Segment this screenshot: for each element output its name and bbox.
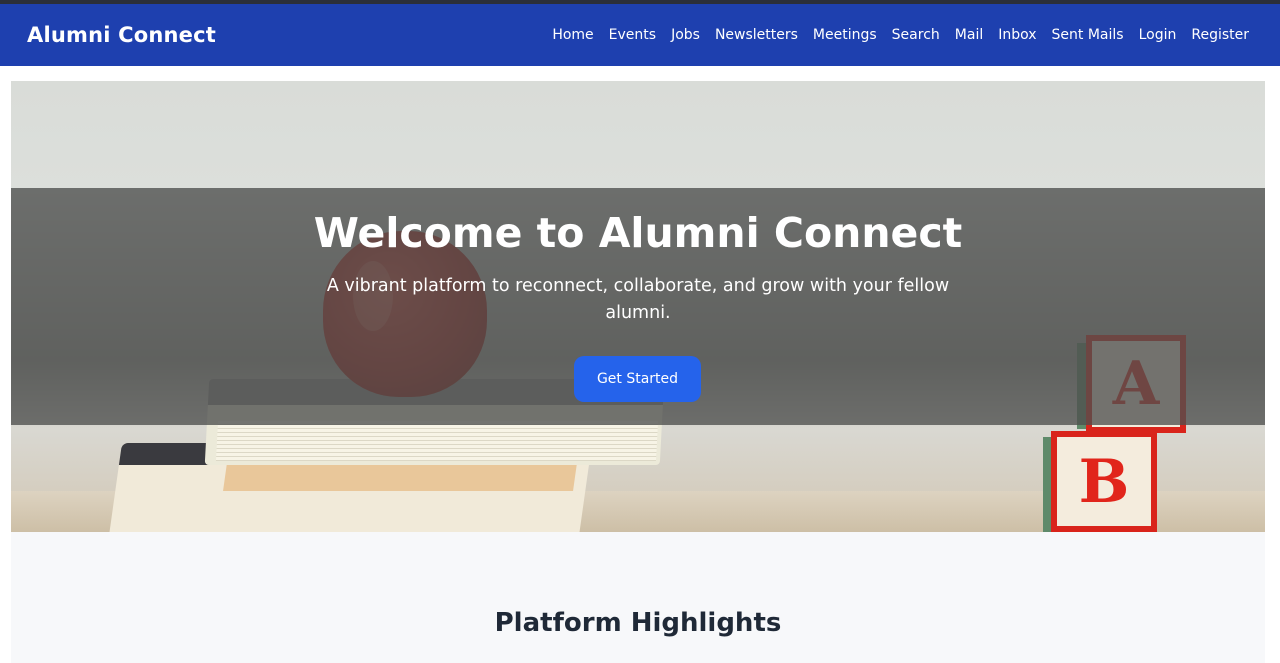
hero-subtitle: A vibrant platform to reconnect, collabo…	[326, 276, 950, 323]
letter-block-b: B	[1051, 431, 1157, 532]
highlights-section: Platform Highlights	[11, 532, 1265, 663]
hero-book-top-pages	[215, 421, 659, 461]
nav-register-link[interactable]: Register	[1191, 27, 1249, 43]
nav-home-link[interactable]: Home	[552, 27, 593, 43]
hero-title: Welcome to Alumni Connect	[313, 209, 963, 257]
nav-sent-mails-link[interactable]: Sent Mails	[1052, 27, 1124, 43]
hero-section: A B Welcome to Alumni Connect A vibrant …	[11, 81, 1265, 532]
get-started-button[interactable]: Get Started	[574, 356, 701, 402]
nav-search-link[interactable]: Search	[892, 27, 940, 43]
highlights-title: Platform Highlights	[494, 608, 782, 638]
hero-book-bottom-pages	[223, 463, 577, 491]
nav-login-link[interactable]: Login	[1139, 27, 1177, 43]
brand-logo[interactable]: Alumni Connect	[27, 23, 216, 47]
nav-meetings-link[interactable]: Meetings	[813, 27, 877, 43]
nav-jobs-link[interactable]: Jobs	[671, 27, 700, 43]
navbar: Alumni Connect Home Events Jobs Newslett…	[0, 4, 1280, 66]
nav-events-link[interactable]: Events	[609, 27, 656, 43]
letter-block-b-glyph: B	[1078, 446, 1130, 517]
nav-mail-link[interactable]: Mail	[955, 27, 983, 43]
nav-newsletters-link[interactable]: Newsletters	[715, 27, 798, 43]
hero-background-wall	[11, 81, 1265, 188]
nav-inbox-link[interactable]: Inbox	[998, 27, 1036, 43]
main-nav: Home Events Jobs Newsletters Meetings Se…	[552, 27, 1249, 43]
